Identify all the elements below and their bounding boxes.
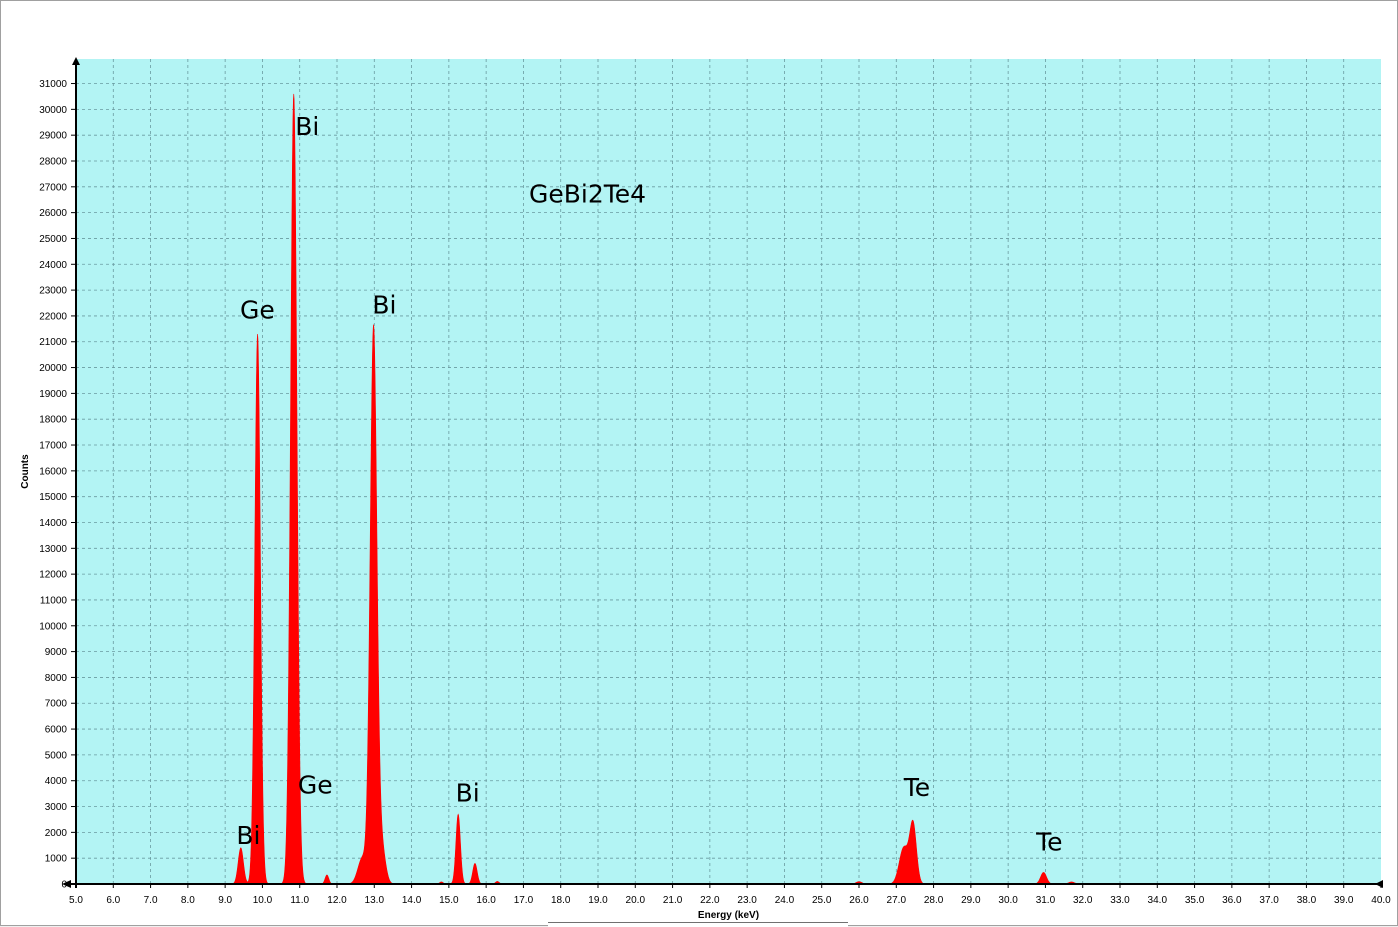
x-tick-label: 5.0 (69, 895, 83, 906)
x-tick-label: 37.0 (1259, 895, 1279, 906)
y-tick-label: 11000 (40, 595, 68, 606)
x-tick-label: 15.0 (439, 895, 459, 906)
x-tick-label: 27.0 (887, 895, 907, 906)
x-tick-label: 29.0 (961, 895, 981, 906)
x-tick-label: 8.0 (181, 895, 195, 906)
y-tick-label: 30000 (39, 105, 67, 116)
y-tick-label: 3000 (45, 802, 68, 813)
x-tick-label: 34.0 (1148, 895, 1168, 906)
y-tick-label: 18000 (39, 415, 67, 426)
peak-label: Bi (372, 290, 396, 319)
x-tick-label: 33.0 (1110, 895, 1130, 906)
x-tick-label: 26.0 (849, 895, 869, 906)
bottom-scroll-tab[interactable] (548, 922, 848, 927)
x-tick-label: 20.0 (626, 895, 646, 906)
x-tick-label: 22.0 (700, 895, 720, 906)
y-tick-label: 17000 (39, 441, 67, 452)
y-tick-label: 20000 (39, 363, 67, 374)
y-tick-label: 5000 (45, 750, 68, 761)
peak-label: Bi (295, 112, 319, 141)
x-tick-label: 30.0 (998, 895, 1018, 906)
y-tick-label: 23000 (39, 286, 67, 297)
y-tick-label: 4000 (45, 776, 68, 787)
x-tick-label: 11.0 (290, 895, 309, 906)
y-tick-label: 2000 (45, 828, 68, 839)
x-tick-label: 39.0 (1334, 895, 1354, 906)
x-tick-label: 35.0 (1185, 895, 1205, 906)
x-tick-label: 40.0 (1371, 895, 1391, 906)
x-tick-label: 24.0 (775, 895, 795, 906)
y-tick-label: 14000 (39, 518, 67, 529)
x-tick-label: 32.0 (1073, 895, 1093, 906)
y-tick-label: 22000 (39, 311, 67, 322)
x-tick-label: 19.0 (588, 895, 608, 906)
y-axis-title: Counts (20, 454, 31, 489)
x-tick-label: 14.0 (402, 895, 422, 906)
y-tick-label: 19000 (39, 389, 67, 400)
x-tick-label: 38.0 (1297, 895, 1317, 906)
y-tick-label: 16000 (39, 466, 67, 477)
x-tick-label: 31.0 (1036, 895, 1056, 906)
x-tick-label: 13.0 (365, 895, 385, 906)
y-tick-label: 1000 (45, 854, 68, 865)
peak-label: Ge (298, 771, 333, 800)
y-tick-label: 21000 (39, 337, 67, 348)
peak-label: Te (1035, 827, 1062, 856)
x-axis-ticks: 5.0 6.0 7.0 8.0 9.0 10.0 11.0 12.0 13.0 14.0 15.0 1… (69, 884, 1391, 906)
x-tick-label: 18.0 (551, 895, 571, 906)
y-tick-label: 28000 (39, 156, 67, 167)
y-axis-ticks: 0 1000 2000 3000 4000 5000 6000 7000 8000 9000 100… (39, 79, 76, 891)
x-tick-label: 17.0 (514, 895, 534, 906)
y-tick-label: 27000 (39, 182, 67, 193)
y-tick-label: 6000 (45, 725, 68, 736)
peak-label: Bi (236, 821, 260, 850)
y-tick-label: 24000 (39, 260, 67, 271)
y-tick-label: 15000 (39, 492, 67, 503)
y-tick-label: 29000 (39, 131, 67, 142)
x-axis-title: Energy (keV) (698, 910, 759, 921)
x-tick-label: 12.0 (327, 895, 347, 906)
eds-spectrum-chart: 5.0 6.0 7.0 8.0 9.0 10.0 11.0 12.0 13.0 14.0 15.0 1… (20, 57, 1391, 921)
x-tick-label: 16.0 (476, 895, 496, 906)
y-tick-label: 7000 (45, 699, 68, 710)
x-tick-label: 6.0 (106, 895, 120, 906)
peak-label: Te (903, 773, 930, 802)
x-tick-label: 9.0 (218, 895, 232, 906)
chart-window: 5.0 6.0 7.0 8.0 9.0 10.0 11.0 12.0 13.0 14.0 15.0 1… (0, 0, 1398, 926)
x-tick-label: 10.0 (253, 895, 273, 906)
y-tick-label: 13000 (39, 544, 67, 555)
x-tick-label: 28.0 (924, 895, 944, 906)
y-tick-label: 10000 (39, 621, 67, 632)
x-tick-label: 7.0 (144, 895, 158, 906)
x-tick-label: 25.0 (812, 895, 832, 906)
y-tick-label: 25000 (39, 234, 67, 245)
x-tick-label: 36.0 (1222, 895, 1242, 906)
y-tick-label: 8000 (45, 673, 68, 684)
peak-label: Ge (240, 296, 275, 325)
y-tick-label: 26000 (39, 208, 67, 219)
peak-label: Bi (456, 778, 480, 807)
y-tick-label: 12000 (39, 570, 67, 581)
y-tick-label: 0 (61, 880, 67, 891)
x-tick-label: 23.0 (737, 895, 757, 906)
plot-area (76, 59, 1381, 884)
x-tick-label: 21.0 (663, 895, 683, 906)
y-tick-label: 9000 (45, 647, 68, 658)
peak-label: GeBi2Te4 (529, 179, 646, 208)
y-tick-label: 31000 (39, 79, 67, 90)
